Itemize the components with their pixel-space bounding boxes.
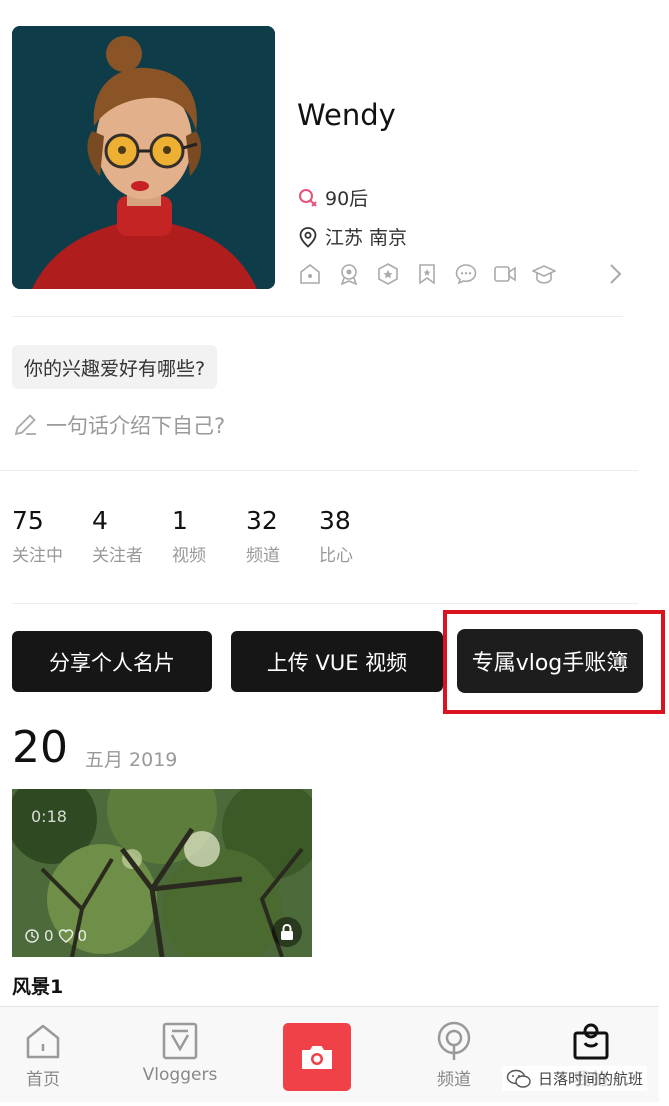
age-group-icon bbox=[299, 188, 317, 207]
video-badge-icon[interactable] bbox=[493, 262, 517, 286]
wechat-watermark: 日落时间的航班 bbox=[502, 1066, 648, 1091]
bio-placeholder: 一句话介绍下自己? bbox=[46, 414, 226, 438]
wechat-icon bbox=[506, 1069, 531, 1088]
upload-vue-video-button[interactable]: 上传 VUE 视频 bbox=[231, 631, 443, 692]
tab-vloggers[interactable]: Vloggers bbox=[138, 1021, 222, 1085]
stat-label: 视频 bbox=[172, 546, 206, 566]
divider bbox=[12, 603, 638, 604]
username: Wendy bbox=[297, 98, 396, 132]
age-group-text: 90后 bbox=[325, 188, 369, 210]
stat-hearts[interactable]: 38 比心 bbox=[319, 505, 353, 566]
location-row: 江苏 南京 bbox=[298, 223, 407, 250]
views-icon bbox=[25, 929, 39, 943]
house-badge-icon[interactable] bbox=[298, 262, 322, 286]
date-day: 20 bbox=[12, 722, 68, 773]
highlight-annotation-box bbox=[443, 610, 665, 714]
video-likes-count: 0 bbox=[77, 927, 88, 945]
video-duration: 0:18 bbox=[31, 807, 67, 826]
video-title[interactable]: 风景1 bbox=[12, 972, 63, 999]
tab-vloggers-label: Vloggers bbox=[142, 1065, 218, 1085]
stat-followers[interactable]: 4 关注者 bbox=[92, 505, 143, 566]
stat-value: 1 bbox=[172, 506, 188, 535]
location-pin-icon bbox=[299, 226, 317, 248]
camera-icon bbox=[302, 1046, 332, 1069]
lock-icon bbox=[272, 917, 302, 947]
video-thumbnail[interactable]: 0:18 0 0 bbox=[12, 789, 312, 957]
stat-label: 关注中 bbox=[12, 546, 63, 566]
stat-value: 4 bbox=[92, 506, 108, 535]
camera-button[interactable] bbox=[283, 1023, 351, 1091]
bio-edit-row[interactable]: 一句话介绍下自己? bbox=[12, 410, 225, 440]
interest-prompt-chip[interactable]: 你的兴趣爱好有哪些? bbox=[12, 345, 218, 389]
vloggers-icon bbox=[162, 1022, 198, 1060]
channels-broadcast-icon bbox=[437, 1021, 471, 1060]
badge-row bbox=[298, 262, 556, 286]
stat-label: 比心 bbox=[319, 546, 353, 566]
stat-value: 75 bbox=[12, 506, 44, 535]
profile-avatar[interactable] bbox=[12, 26, 275, 289]
location-text: 江苏 南京 bbox=[325, 227, 408, 249]
stat-channels[interactable]: 32 频道 bbox=[246, 505, 280, 566]
divider bbox=[12, 316, 623, 317]
stat-value: 32 bbox=[246, 506, 278, 535]
bookmark-badge-icon[interactable] bbox=[415, 262, 439, 286]
stat-following[interactable]: 75 关注中 bbox=[12, 505, 63, 566]
tab-channels-label: 频道 bbox=[437, 1070, 471, 1090]
stat-videos[interactable]: 1 视频 bbox=[172, 505, 206, 566]
divider bbox=[0, 470, 638, 471]
watermark-text: 日落时间的航班 bbox=[538, 1070, 644, 1088]
stat-value: 38 bbox=[319, 506, 351, 535]
avatar-illustration bbox=[12, 26, 275, 289]
date-month-year: 五月 2019 bbox=[85, 749, 178, 771]
stat-label: 关注者 bbox=[92, 546, 143, 566]
chevron-right-icon[interactable] bbox=[604, 262, 626, 286]
profile-bag-icon bbox=[573, 1023, 609, 1060]
video-views-count: 0 bbox=[44, 927, 54, 945]
tab-home-label: 首页 bbox=[26, 1070, 60, 1090]
tab-home[interactable]: 首页 bbox=[18, 1021, 68, 1090]
chat-badge-icon[interactable] bbox=[454, 262, 478, 286]
star-hex-badge-icon[interactable] bbox=[376, 262, 400, 286]
graduation-badge-icon[interactable] bbox=[532, 262, 556, 286]
medal-badge-icon[interactable] bbox=[337, 262, 361, 286]
stat-label: 频道 bbox=[246, 546, 280, 566]
pencil-icon bbox=[14, 414, 36, 436]
age-group-row: 90后 bbox=[298, 184, 368, 211]
home-icon bbox=[26, 1024, 60, 1059]
heart-icon bbox=[58, 929, 73, 943]
share-card-button[interactable]: 分享个人名片 bbox=[12, 631, 212, 692]
video-stats: 0 0 bbox=[24, 927, 87, 945]
tab-channels[interactable]: 频道 bbox=[428, 1021, 480, 1090]
